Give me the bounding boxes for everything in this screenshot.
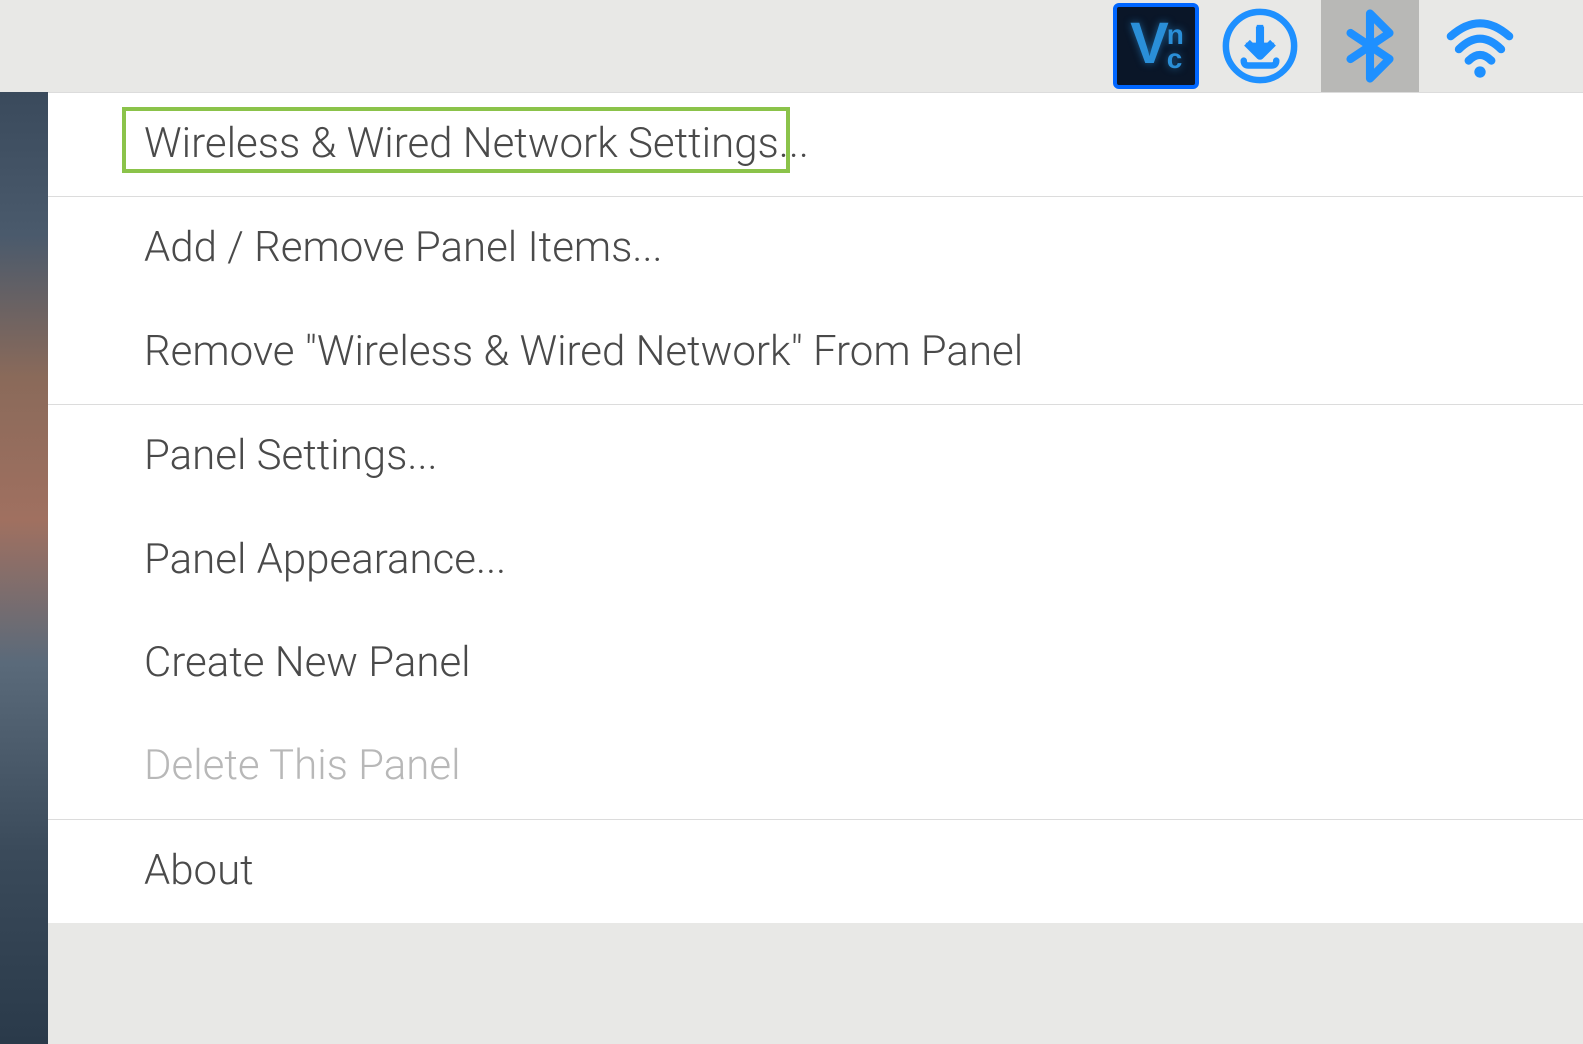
- menu-item-about[interactable]: About: [48, 820, 1583, 923]
- bluetooth-icon: [1331, 7, 1409, 85]
- menu-item-remove-from-panel[interactable]: Remove "Wireless & Wired Network" From P…: [48, 301, 1583, 404]
- bluetooth-tray-icon[interactable]: [1321, 0, 1419, 92]
- panel-context-menu: Wireless & Wired Network Settings... Add…: [48, 92, 1583, 923]
- menu-item-label: Delete This Panel: [144, 741, 461, 790]
- vnc-tray-icon[interactable]: V nc: [1113, 3, 1199, 89]
- menu-item-delete-this-panel: Delete This Panel: [48, 715, 1583, 818]
- menu-item-label: Create New Panel: [144, 638, 471, 687]
- download-tray-icon[interactable]: [1217, 3, 1303, 89]
- wifi-tray-icon[interactable]: [1437, 3, 1523, 89]
- menu-item-label: Panel Settings...: [144, 431, 438, 480]
- menu-item-network-settings[interactable]: Wireless & Wired Network Settings...: [48, 93, 1583, 196]
- desktop-background-sliver: [0, 92, 48, 1044]
- menu-item-panel-settings[interactable]: Panel Settings...: [48, 405, 1583, 508]
- menu-item-label: About: [144, 846, 254, 895]
- menu-item-label: Panel Appearance...: [144, 535, 506, 584]
- download-icon: [1221, 7, 1299, 85]
- wifi-icon: [1441, 7, 1519, 85]
- menu-item-add-remove-panel-items[interactable]: Add / Remove Panel Items...: [48, 197, 1583, 300]
- vnc-icon: V nc: [1113, 3, 1199, 89]
- menu-item-label: Remove "Wireless & Wired Network" From P…: [144, 327, 1023, 376]
- menu-item-label: Wireless & Wired Network Settings...: [144, 119, 809, 168]
- menu-item-panel-appearance[interactable]: Panel Appearance...: [48, 509, 1583, 612]
- menu-item-label: Add / Remove Panel Items...: [144, 223, 663, 272]
- taskbar: V nc: [0, 0, 1583, 92]
- menu-item-create-new-panel[interactable]: Create New Panel: [48, 612, 1583, 715]
